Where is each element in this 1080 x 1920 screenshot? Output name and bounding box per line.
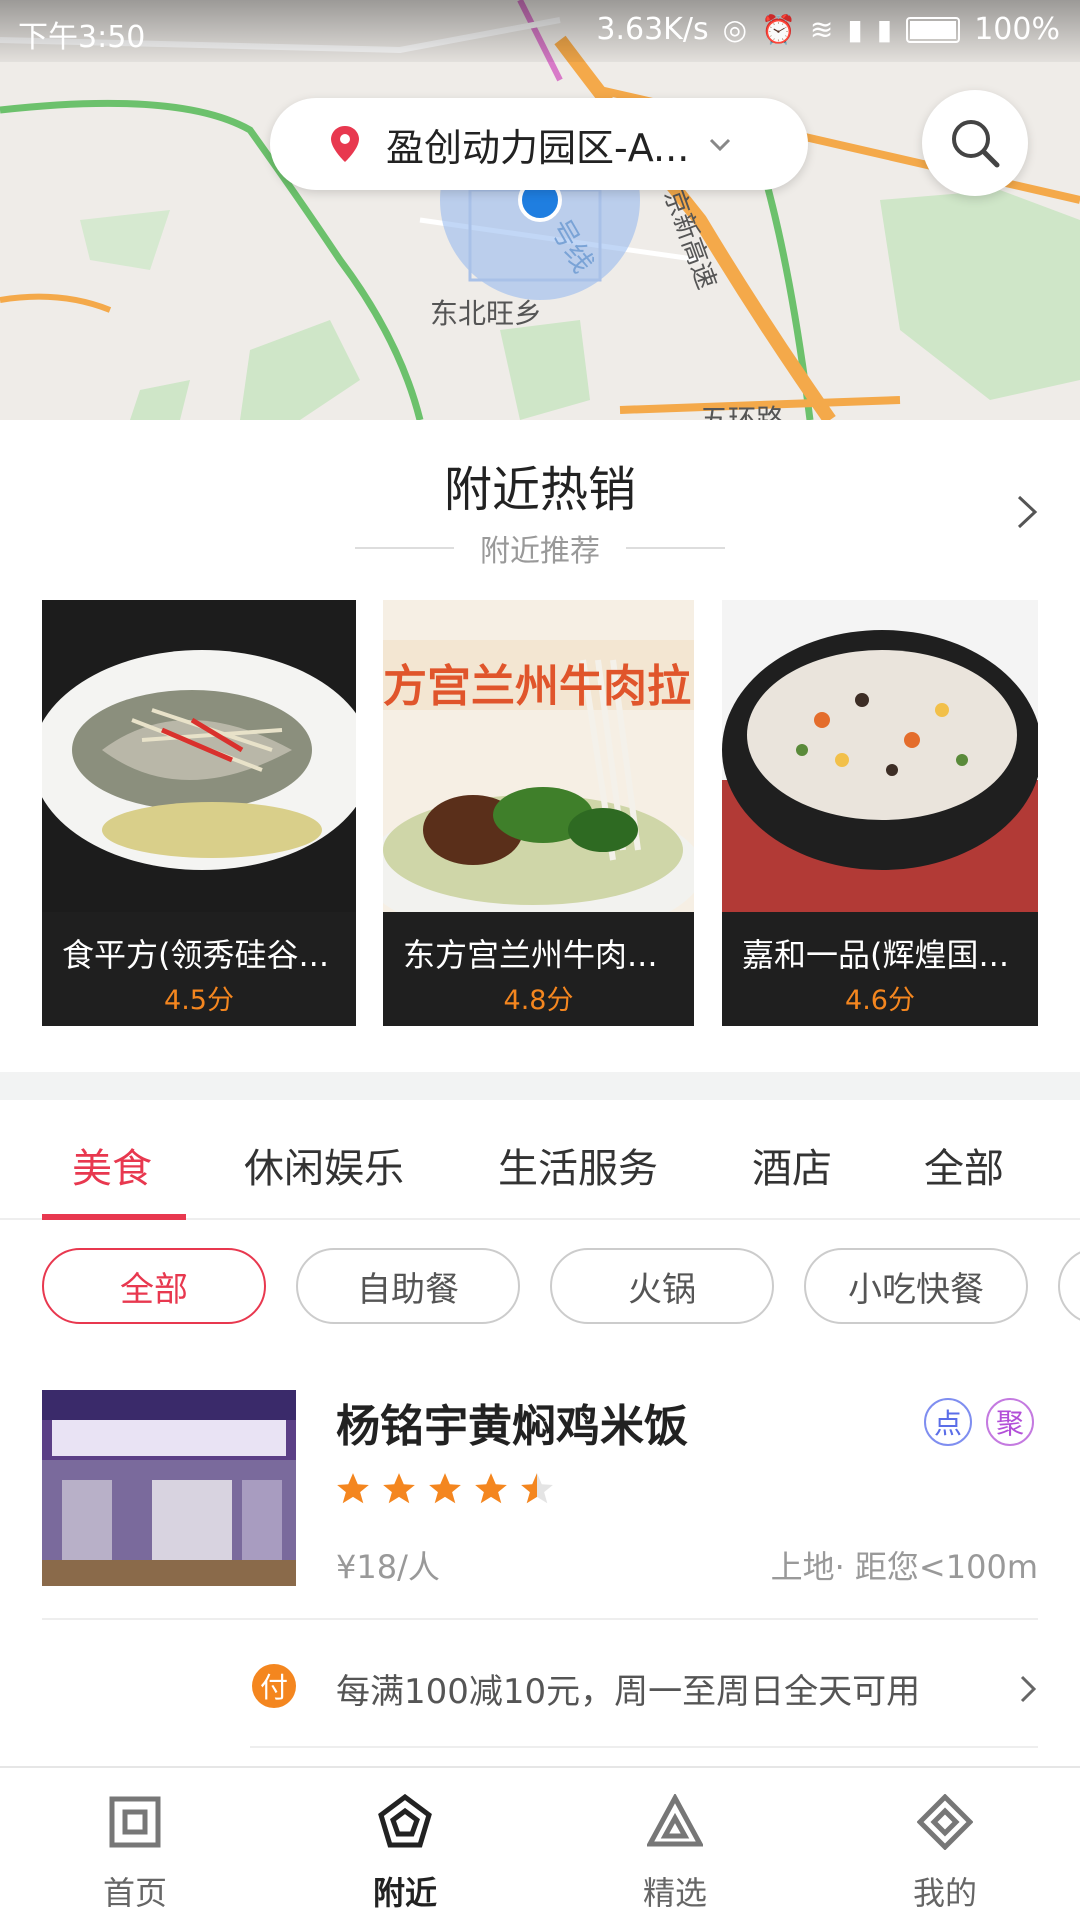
chip-more[interactable] (1058, 1248, 1080, 1324)
hot-card[interactable]: 方宫兰州牛肉拉 东方宫兰州牛肉... 4.8分 (383, 600, 694, 1026)
ju-badge: 聚 (986, 1398, 1034, 1446)
rating-stars (334, 1470, 556, 1508)
nav-mine[interactable]: 我的 (810, 1768, 1080, 1920)
food-photo-porridge (722, 600, 1038, 912)
avg-price: ¥18/人 (336, 1548, 440, 1586)
chevron-down-icon (710, 138, 731, 152)
food-photo-fish (42, 600, 356, 912)
shop-distance: 上地· 距您<100m (770, 1548, 1038, 1586)
battery-icon (906, 16, 961, 43)
hot-nearby-subtitle: 附近推荐 (480, 534, 600, 569)
tab-food[interactable]: 美食 (72, 1136, 152, 1194)
list-divider (250, 1746, 1038, 1748)
hot-card-name: 嘉和一品(辉煌国... (742, 936, 1010, 974)
chevron-right-icon[interactable] (1014, 494, 1040, 530)
search-icon (952, 120, 1000, 168)
featured-icon (647, 1794, 703, 1847)
photo-sign-text: 方宫兰州牛肉拉 (383, 661, 691, 712)
filter-chips: 全部 自助餐 火锅 小吃快餐 (0, 1248, 1080, 1326)
nearby-icon (378, 1794, 432, 1848)
hot-card[interactable]: 食平方(领秀硅谷... 4.5分 (42, 600, 356, 1026)
alarm-icon: ⏰ (761, 13, 796, 46)
location-pin-icon (331, 126, 359, 162)
hot-nearby-title: 附近热销 (443, 462, 636, 518)
map-view[interactable]: 东北旺乡 号线 京新高速 五环路 下午3:50 3.63K/s ◎ ⏰ ≋ ▮ … (0, 0, 1080, 420)
chip-snacks[interactable]: 小吃快餐 (804, 1248, 1028, 1324)
shop-list-item[interactable]: 杨铭宇黄焖鸡米饭 点 聚 ¥18/人 上地· 距您<100m (0, 1390, 1080, 1620)
nav-featured-label: 精选 (642, 1874, 707, 1912)
chip-all[interactable]: 全部 (42, 1248, 266, 1324)
tab-hotel[interactable]: 酒店 (752, 1136, 832, 1194)
signal-icon: ▮ (847, 13, 863, 46)
chip-buffet[interactable]: 自助餐 (296, 1248, 520, 1324)
list-divider (42, 1618, 1038, 1620)
star-icon (383, 1473, 415, 1504)
hot-card-name: 食平方(领秀硅谷... (62, 936, 330, 974)
bottom-nav: 首页 附近 精选 我的 (0, 1766, 1080, 1920)
hot-nearby-subtitle-row: 附近推荐 (355, 528, 725, 569)
hot-card-score: 4.6分 (845, 985, 915, 1016)
star-icon (475, 1473, 507, 1504)
nav-nearby-label: 附近 (372, 1874, 437, 1912)
shop-name: 杨铭宇黄焖鸡米饭 (336, 1401, 688, 1452)
tab-leisure[interactable]: 休闲娱乐 (244, 1136, 404, 1194)
promo-row[interactable]: 付 每满100减10元，周一至周日全天可用 (0, 1636, 1080, 1732)
map-background (0, 0, 1080, 420)
hot-card-score: 4.8分 (503, 985, 574, 1016)
section-divider (0, 1072, 1080, 1100)
net-speed: 3.63K/s (596, 12, 709, 47)
wifi-icon: ≋ (809, 13, 834, 46)
status-bar: 下午3:50 3.63K/s ◎ ⏰ ≋ ▮ ▮ 100% (0, 0, 1080, 62)
map-label-area: 东北旺乡 (430, 297, 543, 330)
shop-photo (42, 1390, 296, 1586)
category-tabs: 美食 休闲娱乐 生活服务 酒店 全部 (0, 1100, 1080, 1220)
nav-nearby[interactable]: 附近 (270, 1768, 540, 1920)
location-selector[interactable]: 盈创动力园区-A... (270, 98, 808, 190)
signal-icon-2: ▮ (876, 13, 893, 46)
nav-home-label: 首页 (102, 1874, 167, 1912)
search-button[interactable] (922, 90, 1028, 196)
hot-cards-carousel[interactable]: 食平方(领秀硅谷... 4.5分 方宫兰州牛肉拉 东方宫兰州牛肉... 4.8分 (42, 600, 1038, 1026)
nav-home[interactable]: 首页 (0, 1768, 270, 1920)
chevron-right-icon (1020, 1675, 1037, 1703)
dian-badge: 点 (924, 1398, 972, 1446)
battery-level: 100% (974, 12, 1060, 47)
pay-badge-icon: 付 (252, 1664, 296, 1708)
star-icon (429, 1473, 461, 1504)
hotspot-icon: ◎ (722, 13, 748, 46)
hot-card[interactable]: 嘉和一品(辉煌国... 4.6分 (722, 600, 1038, 1026)
star-icon (337, 1473, 369, 1504)
half-star-icon (521, 1473, 553, 1504)
promo-text: 每满100减10元，周一至周日全天可用 (336, 1672, 921, 1712)
nav-mine-label: 我的 (912, 1874, 977, 1912)
tab-active-indicator (42, 1214, 186, 1220)
location-name: 盈创动力园区-A... (386, 125, 690, 170)
hot-card-name: 东方宫兰州牛肉... (403, 936, 658, 974)
profile-icon (917, 1794, 973, 1850)
chip-hotpot[interactable]: 火锅 (550, 1248, 774, 1324)
status-icons: 3.63K/s ◎ ⏰ ≋ ▮ ▮ 100% (596, 12, 1060, 47)
home-icon (109, 1796, 161, 1848)
status-time: 下午3:50 (18, 20, 146, 55)
tab-all[interactable]: 全部 (924, 1136, 1004, 1194)
nav-featured[interactable]: 精选 (540, 1768, 810, 1920)
tab-life-service[interactable]: 生活服务 (498, 1136, 658, 1194)
divider-line (626, 547, 725, 549)
divider-line (355, 547, 454, 549)
map-label-road: 五环路 (700, 403, 785, 420)
hot-card-score: 4.5分 (164, 985, 234, 1016)
food-photo-noodles (383, 600, 694, 912)
